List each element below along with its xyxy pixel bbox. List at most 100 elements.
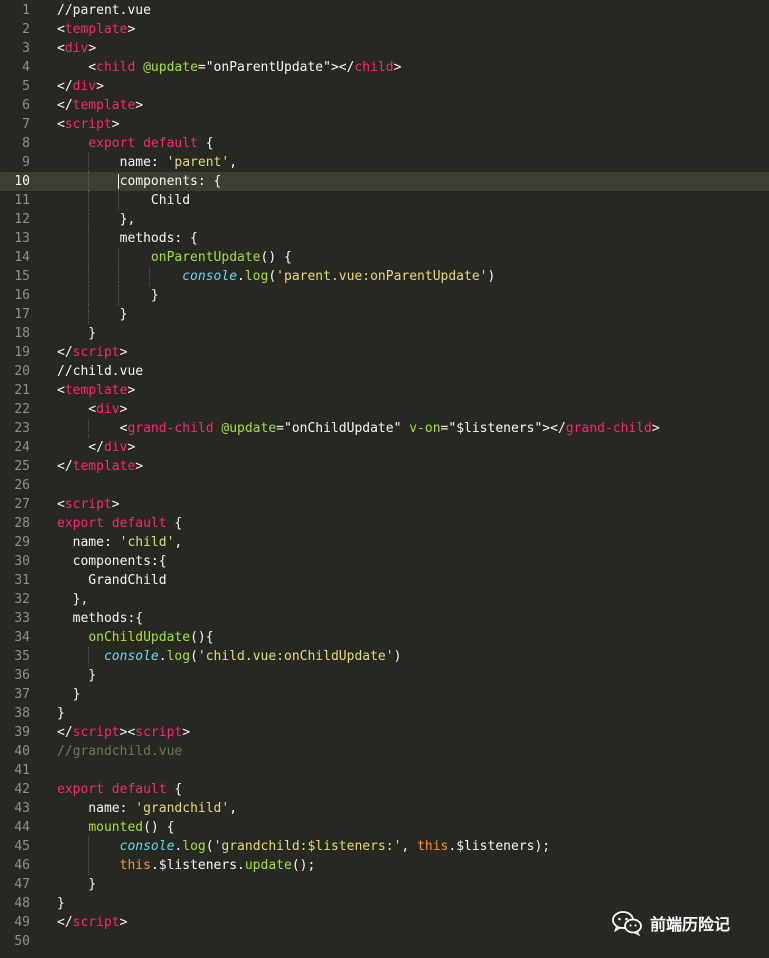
code-token: @update xyxy=(143,60,198,75)
code-line[interactable]: 9 name: 'parent', xyxy=(0,153,769,172)
line-number: 28 xyxy=(14,516,30,531)
code-line[interactable]: 11 Child xyxy=(0,191,769,210)
code-token: = xyxy=(276,421,284,436)
code-text: } xyxy=(57,666,96,685)
code-token: 'parent.vue:onParentUpdate' xyxy=(276,269,488,284)
line-number: 19 xyxy=(14,345,30,360)
code-line[interactable]: 10 components: { xyxy=(0,172,769,191)
code-text: this.$listeners.update(); xyxy=(57,856,316,875)
code-text: </template> xyxy=(57,457,143,476)
code-line[interactable]: 43 name: 'grandchild', xyxy=(0,799,769,818)
code-line[interactable]: 23 <grand-child @update="onChildUpdate" … xyxy=(0,419,769,438)
code-line[interactable]: 2 <template> xyxy=(0,20,769,39)
code-line[interactable]: 24 </div> xyxy=(0,438,769,457)
line-number: 8 xyxy=(22,136,30,151)
code-token: < xyxy=(57,41,65,56)
line-number: 16 xyxy=(14,288,30,303)
code-line[interactable]: 13 methods: { xyxy=(0,229,769,248)
code-line[interactable]: 5 </div> xyxy=(0,77,769,96)
code-text: }, xyxy=(57,590,89,609)
code-line[interactable]: 8 export default { xyxy=(0,134,769,153)
code-line[interactable]: 47 } xyxy=(0,875,769,894)
code-token: > xyxy=(182,725,191,740)
code-line[interactable]: 38} xyxy=(0,704,769,723)
code-text: methods:{ xyxy=(57,609,143,628)
code-line[interactable]: 36 } xyxy=(0,666,769,685)
code-line[interactable]: 26 xyxy=(0,476,769,495)
code-text: <script> xyxy=(57,115,120,134)
code-line[interactable]: 17 } xyxy=(0,305,769,324)
code-line[interactable]: 21 <template> xyxy=(0,381,769,400)
line-number: 23 xyxy=(14,421,30,436)
code-line[interactable]: 42 export default { xyxy=(0,780,769,799)
code-token: }, xyxy=(57,592,89,607)
code-line[interactable]: 15 console.log('parent.vue:onParentUpdat… xyxy=(0,267,769,286)
code-text: </script> xyxy=(57,913,127,932)
code-token: template xyxy=(64,383,128,398)
code-token: . xyxy=(158,649,167,664)
code-line[interactable]: 37 } xyxy=(0,685,769,704)
code-line[interactable]: 40 //grandchild.vue xyxy=(0,742,769,761)
code-line[interactable]: 6 </template> xyxy=(0,96,769,115)
line-number: 12 xyxy=(14,212,30,227)
code-token: export default xyxy=(57,782,167,797)
line-number: 9 xyxy=(22,155,30,170)
code-token: = xyxy=(197,60,206,75)
code-token: </ xyxy=(57,345,73,360)
code-line[interactable]: 22 <div> xyxy=(0,400,769,419)
code-line[interactable]: 39 </script><script> xyxy=(0,723,769,742)
code-line[interactable]: 20 //child.vue xyxy=(0,362,769,381)
code-line[interactable]: 7 <script> xyxy=(0,115,769,134)
code-line[interactable]: 45 console.log('grandchild:$listeners:',… xyxy=(0,837,769,856)
code-token: (); xyxy=(291,858,316,873)
code-line[interactable]: 41 xyxy=(0,761,769,780)
code-line[interactable]: 33 methods:{ xyxy=(0,609,769,628)
line-number: 37 xyxy=(14,687,30,702)
code-token: >< xyxy=(119,725,136,740)
code-token: mounted xyxy=(88,820,144,835)
code-text: console.log('grandchild:$listeners:', th… xyxy=(57,837,551,856)
code-token: > xyxy=(135,459,144,474)
code-token: "onChildUpdate" xyxy=(284,421,402,436)
code-line[interactable]: 14 onParentUpdate() { xyxy=(0,248,769,267)
code-token: ></ xyxy=(542,421,566,436)
code-line[interactable]: 18 } xyxy=(0,324,769,343)
code-line[interactable]: 19 </script> xyxy=(0,343,769,362)
code-line[interactable]: 34 onChildUpdate(){ xyxy=(0,628,769,647)
code-line[interactable]: 27 <script> xyxy=(0,495,769,514)
code-line[interactable]: 25 </template> xyxy=(0,457,769,476)
code-line[interactable]: 1 //parent.vue xyxy=(0,1,769,20)
code-text: onChildUpdate(){ xyxy=(57,628,213,647)
code-line[interactable]: 16 } xyxy=(0,286,769,305)
code-line[interactable]: 28 export default { xyxy=(0,514,769,533)
code-token: > xyxy=(127,440,136,455)
line-number: 21 xyxy=(14,383,30,398)
line-number: 38 xyxy=(14,706,30,721)
code-line[interactable]: 44 mounted() { xyxy=(0,818,769,837)
code-token: 'child.vue:onChildUpdate' xyxy=(197,649,394,664)
code-line[interactable]: 3 <div> xyxy=(0,39,769,58)
code-editor[interactable]: 1//parent.vue 2 <template> 3 <div> 4 <child @… xyxy=(0,0,769,958)
code-text: <template> xyxy=(57,20,135,39)
code-token: script xyxy=(72,725,120,740)
code-token: , xyxy=(174,535,183,550)
code-line[interactable]: 29 name: 'child', xyxy=(0,533,769,552)
code-line[interactable]: 12 }, xyxy=(0,210,769,229)
code-line[interactable]: 46 this.$listeners.update(); xyxy=(0,856,769,875)
code-line[interactable]: 35 console.log('child.vue:onChildUpdate'… xyxy=(0,647,769,666)
code-text: } xyxy=(57,704,65,723)
code-line[interactable]: 32 }, xyxy=(0,590,769,609)
code-line[interactable]: 31 GrandChild xyxy=(0,571,769,590)
code-token: update xyxy=(244,858,292,873)
code-line[interactable]: 30 components:{ xyxy=(0,552,769,571)
code-token: () { xyxy=(143,820,175,835)
code-line[interactable]: 4 <child @update="onParentUpdate"></chil… xyxy=(0,58,769,77)
code-token: grand-child xyxy=(565,421,652,436)
code-text: //parent.vue xyxy=(57,1,151,20)
code-token: div xyxy=(64,41,89,56)
line-number: 20 xyxy=(14,364,30,379)
code-text: mounted() { xyxy=(57,818,174,837)
